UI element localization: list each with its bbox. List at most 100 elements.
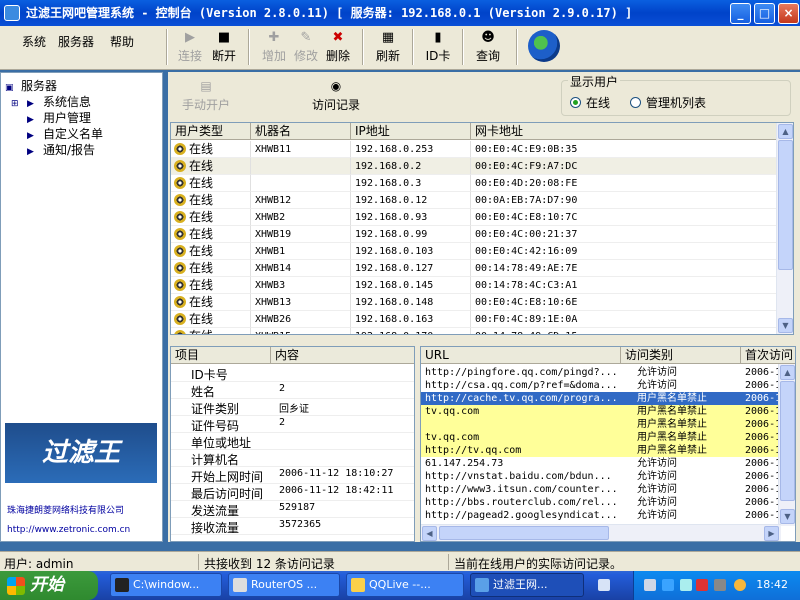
cell-user-type: 在线 [189,312,214,326]
detail-row[interactable]: 计算机名 [171,450,414,467]
scroll-thumb[interactable] [439,526,609,540]
grid-vscrollbar[interactable]: ▲ ▼ [776,123,793,334]
table-row[interactable]: 在线 XHWB11 192.168.0.253 00:E0:4C:E9:0B:35 [171,141,777,158]
list-item[interactable]: tv.qq.com 用户黑名单禁止 2006-11- [421,431,793,444]
computer-icon: ▣ [5,83,14,93]
tree-item-notify-report[interactable]: ▶ 通知/报告 [27,141,95,158]
modify-button[interactable]: ✎ 修改 [288,28,324,66]
disconnect-button[interactable]: ■ 断开 [206,28,242,66]
globe-icon[interactable] [528,30,560,62]
column-header-content[interactable]: 内容 [271,347,414,364]
list-item[interactable]: http://cache.tv.qq.com/progra... 用户黑名单禁止 2… [421,392,793,405]
add-button[interactable]: ✚ 增加 [256,28,292,66]
task-qqlive[interactable]: QQLive --... [346,573,464,597]
manual-open-button[interactable]: ▤ 手动开户 [178,76,234,116]
start-button[interactable]: 开始 [0,571,98,600]
task-filter-king[interactable]: 过滤王网... [470,573,584,597]
list-item[interactable]: 用户黑名单禁止 2006-11- [421,418,793,431]
table-row[interactable]: 在线 XHWB1 192.168.0.103 00:E0:4C:42:16:09 [171,243,777,260]
idcard-button[interactable]: ▮ ID卡 [420,28,456,66]
list-item[interactable]: http://tv.qq.com 用户黑名单禁止 2006-11- [421,444,793,457]
app-icon[interactable] [4,5,20,21]
menu-help[interactable]: 帮助 [110,33,134,50]
scroll-thumb[interactable] [778,140,793,270]
scroll-up-arrow[interactable]: ▲ [780,365,795,380]
detail-row[interactable]: 开始上网时间 2006-11-12 18:10:27 [171,467,414,484]
close-button[interactable]: × [778,3,799,24]
maximize-button[interactable]: □ [754,3,775,24]
url-vscrollbar[interactable]: ▲ ▼ [778,364,795,526]
delete-button[interactable]: ✖ 删除 [320,28,356,66]
table-row[interactable]: 在线 XHWB2 192.168.0.93 00:E0:4C:E8:10:7C [171,209,777,226]
scroll-thumb[interactable] [780,381,795,501]
detail-row[interactable]: 最后访问时间 2006-11-12 18:42:11 [171,484,414,501]
list-item[interactable]: http://vnstat.baidu.com/bdun... 允许访问 2006-… [421,470,793,483]
scroll-right-arrow[interactable]: ▶ [764,526,779,541]
list-item[interactable]: http://www3.itsun.com/counter... 允许访问 2006… [421,483,793,496]
title-bar[interactable]: 过滤王网吧管理系统 - 控制台 (Version 2.8.0.11) [ 服务器… [0,0,800,26]
column-header-url[interactable]: URL [421,347,621,364]
list-item[interactable]: http://csa.qq.com/p?ref=&doma... 允许访问 2006… [421,379,793,392]
scroll-up-arrow[interactable]: ▲ [778,124,793,139]
volume-icon[interactable] [714,579,726,591]
language-icon[interactable] [734,579,746,591]
media-icon[interactable] [662,579,674,591]
query-button[interactable]: ☻ 查询 [470,28,506,66]
scroll-left-arrow[interactable]: ◀ [422,526,437,541]
table-row[interactable]: 在线 XHWB14 192.168.0.127 00:14:78:49:AE:7E [171,260,777,277]
keyboard-icon[interactable] [598,579,610,591]
column-header-visit-type[interactable]: 访问类别 [621,347,741,364]
detail-row[interactable]: 单位或地址 [171,433,414,450]
user-status-icon [174,211,186,223]
table-row[interactable]: 在线 192.168.0.2 00:E0:4C:F9:A7:DC [171,158,777,175]
table-row[interactable]: 在线 XHWB26 192.168.0.163 00:F0:4C:89:1E:0A [171,311,777,328]
detail-row[interactable]: 姓名 2 [171,382,414,399]
list-item[interactable]: http://pingfore.qq.com/pingd?... 允许访问 2006… [421,366,793,379]
column-header-item[interactable]: 项目 [171,347,271,364]
tree-root[interactable]: ▣ 服务器 [5,77,57,94]
list-item[interactable]: 61.147.254.73 允许访问 2006-11- [421,457,793,470]
table-row[interactable]: 在线 XHWB13 192.168.0.148 00:E0:4C:E8:10:6E [171,294,777,311]
list-item[interactable]: tv.qq.com 用户黑名单禁止 2006-11- [421,405,793,418]
detail-row[interactable]: 证件号码 2 [171,416,414,433]
detail-row[interactable]: 证件类别 回乡证 [171,399,414,416]
table-row[interactable]: 在线 XHWB3 192.168.0.145 00:14:78:4C:C3:A1 [171,277,777,294]
tree-item-system-info[interactable]: ⊞ ▶ 系统信息 [11,93,91,110]
website-link[interactable]: http://www.zetronic.com.cn [7,525,130,535]
minimize-button[interactable]: _ [730,3,751,24]
menu-system[interactable]: 系统 [22,33,46,50]
refresh-button[interactable]: ▦ 刷新 [370,28,406,66]
visit-log-button[interactable]: ◉ 访问记录 [308,76,364,116]
table-row[interactable]: 在线 XHWB12 192.168.0.12 00:0A:EB:7A:D7:90 [171,192,777,209]
scroll-down-arrow[interactable]: ▼ [778,318,793,333]
detail-row[interactable]: 接收流量 3572365 [171,518,414,535]
task-cmd[interactable]: C:\window... [110,573,222,597]
list-item[interactable]: http://pagead2.googlesyndicat... 允许访问 2006… [421,509,793,522]
table-row[interactable]: 在线 192.168.0.3 00:E0:4D:20:08:FE [171,175,777,192]
column-header-first-visit[interactable]: 首次访问 [741,347,795,364]
column-header-ip[interactable]: IP地址 [351,123,471,140]
column-header-machine[interactable]: 机器名 [251,123,351,140]
list-item[interactable]: http://bbs.routerclub.com/rel... 允许访问 2006… [421,496,793,509]
network-icon[interactable] [644,579,656,591]
detail-row[interactable]: 发送流量 529187 [171,501,414,518]
menu-server[interactable]: 服务器 [58,33,94,50]
display-icon[interactable] [680,579,692,591]
connect-button[interactable]: ▶ 连接 [172,28,208,66]
table-row[interactable]: 在线 XHWB15192.168.0.17000:14:78:49:CD:15 [171,328,777,334]
url-text: http://pingfore.qq.com/pingd?... [425,367,618,378]
machine-list-radio[interactable]: 管理机列表 [630,94,706,111]
column-header-mac[interactable]: 网卡地址 [471,123,777,140]
detail-row[interactable]: ID卡号 [171,365,414,382]
url-hscrollbar[interactable]: ◀ ▶ [421,524,781,541]
toolbar-separator [166,29,168,65]
column-header-user-type[interactable]: 用户类型 [171,123,251,140]
tree-item-custom-list[interactable]: ▶ 自定义名单 [27,125,103,142]
clock[interactable]: 18:42 [756,578,788,591]
scroll-down-arrow[interactable]: ▼ [780,509,795,524]
online-radio[interactable]: 在线 [570,94,610,111]
task-routeros[interactable]: RouterOS ... [228,573,340,597]
table-row[interactable]: 在线 XHWB19 192.168.0.99 00:E0:4C:00:21:37 [171,226,777,243]
tree-item-user-management[interactable]: ▶ 用户管理 [27,109,91,126]
security-icon[interactable] [696,579,708,591]
